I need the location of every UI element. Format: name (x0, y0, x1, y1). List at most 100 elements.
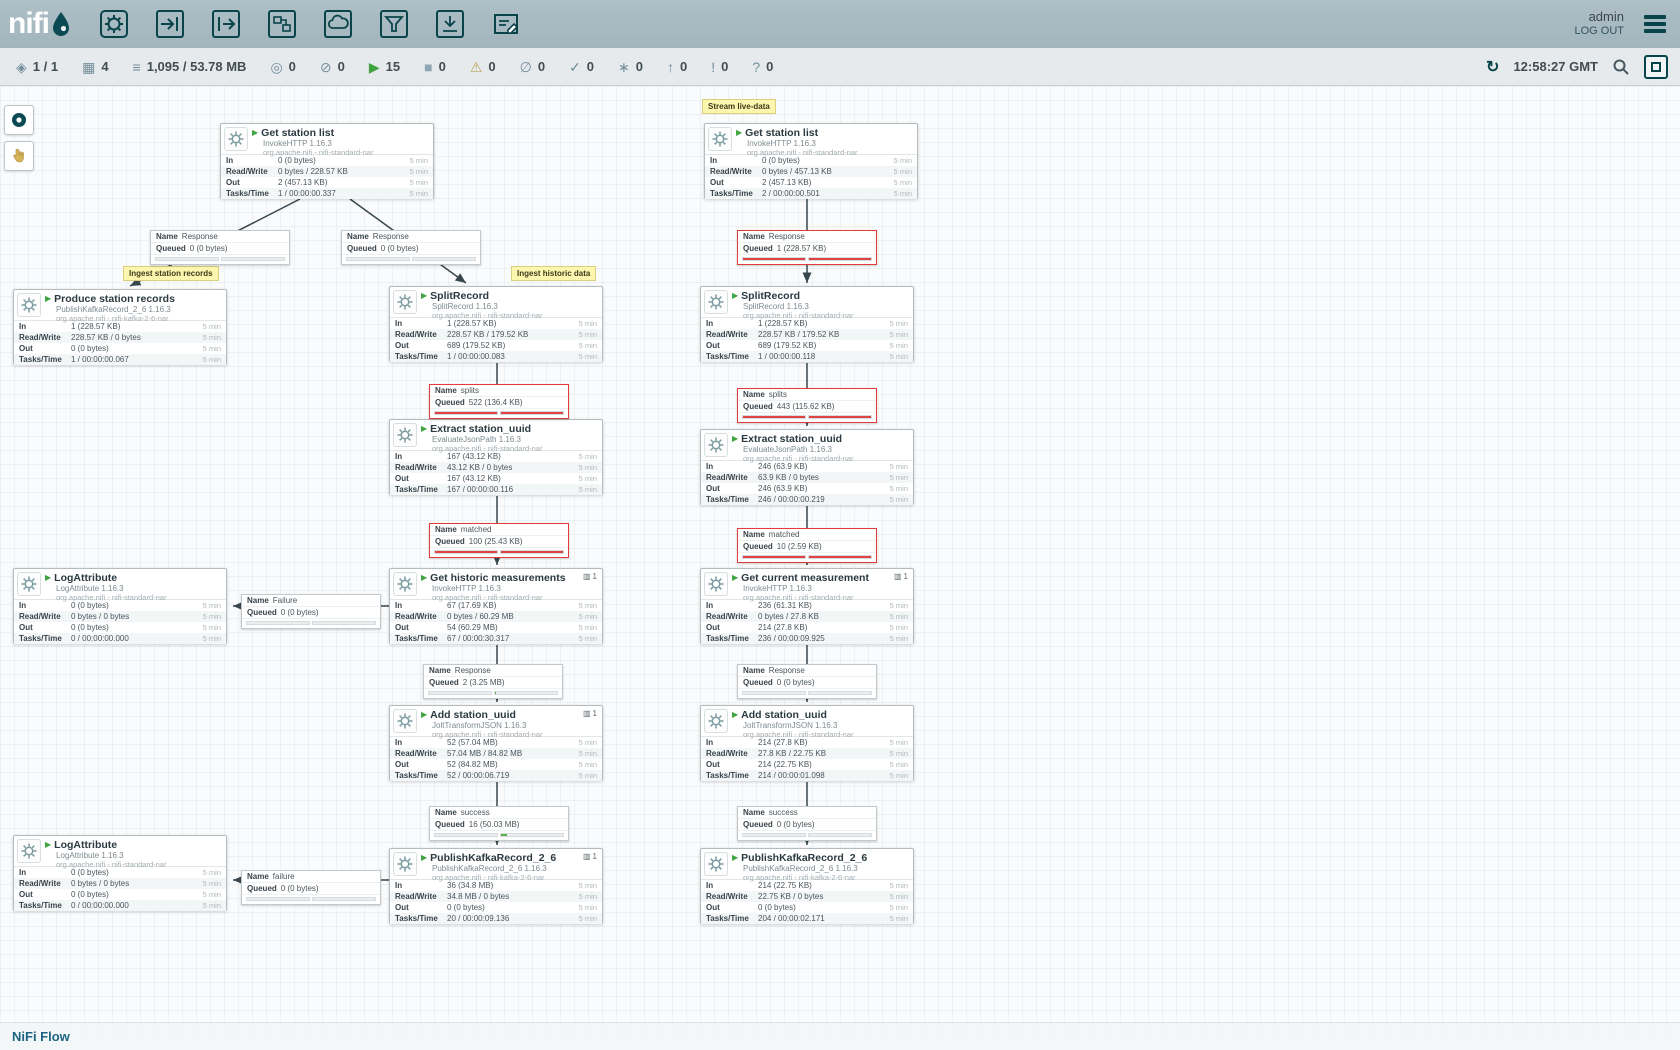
processor-header: ▶ Produce station records PublishKafkaRe… (14, 290, 226, 320)
processor[interactable]: ▥1 ▶ Add station_uuid JoltTransformJSON … (389, 705, 603, 781)
global-menu-button[interactable] (1640, 11, 1670, 37)
stat-window-label: 5 min (890, 738, 908, 747)
processor[interactable]: ▥ ▶ Get station list InvokeHTTP 1.16.3 o… (704, 123, 918, 199)
stat-row-value: 1 (228.57 KB) (71, 322, 203, 331)
stat-row-value: 43.12 KB / 0 bytes (447, 463, 579, 472)
flow-label[interactable]: Stream live-data (702, 99, 776, 114)
not-transmitting-icon: ⊘ (320, 60, 332, 74)
connection-label[interactable]: NameResponse Queued0 (0 bytes) (341, 230, 481, 265)
connection-label[interactable]: NameResponse Queued2 (3.25 MB) (423, 664, 563, 699)
logout-link[interactable]: LOG OUT (1574, 24, 1624, 39)
template-tool-icon[interactable] (433, 7, 467, 41)
birdseye-toggle-button[interactable] (4, 105, 34, 135)
flow-label[interactable]: Ingest station records (123, 266, 219, 281)
stat-row-value: 228.57 KB / 0 bytes (71, 333, 203, 342)
backpressure-object-bar (742, 415, 806, 419)
input-port-tool-icon[interactable] (153, 7, 187, 41)
processor[interactable]: ▥ ▶ SplitRecord SplitRecord 1.16.3 org.a… (389, 286, 603, 362)
stat-row-label: Read/Write (395, 330, 447, 339)
processor-type-icon (393, 709, 417, 733)
stat-window-label: 5 min (579, 612, 597, 621)
connection-queued-value: 1 (228.57 KB) (777, 244, 826, 253)
connection-label[interactable]: Namesplits Queued443 (115.62 KB) (737, 388, 877, 423)
connection-queued-value: 443 (115.62 KB) (777, 402, 835, 411)
stat-row-value: 1 / 00:00:00.118 (758, 352, 890, 361)
processor[interactable]: ▥1 ▶ Get historic measurements InvokeHTT… (389, 568, 603, 644)
connection-queued-value: 0 (0 bytes) (777, 820, 815, 829)
backpressure-object-bar (428, 691, 492, 695)
stat-window-label: 5 min (203, 612, 221, 621)
stat-row-value: 20 / 00:00:09.136 (447, 914, 579, 923)
connection-label[interactable]: Namesuccess Queued16 (50.03 MB) (429, 806, 569, 841)
stat-row-label: Read/Write (706, 612, 758, 621)
search-button[interactable] (1612, 58, 1630, 76)
hand-tool-button[interactable] (4, 141, 34, 171)
backpressure-object-bar (742, 555, 806, 559)
label-tool-icon[interactable] (489, 7, 523, 41)
output-port-tool-icon[interactable] (209, 7, 243, 41)
stat-row-label: Out (706, 623, 758, 632)
threads-badge-count: 1 (593, 709, 597, 718)
stat-row: Out689 (179.52 KB)5 min (701, 340, 913, 351)
connection-label[interactable]: NameResponse Queued0 (0 bytes) (737, 664, 877, 699)
processor-type-icon (224, 127, 248, 151)
processor[interactable]: ▥ ▶ Get station list InvokeHTTP 1.16.3 o… (220, 123, 434, 199)
processor[interactable]: ▥1 ▶ PublishKafkaRecord_2_6 PublishKafka… (389, 848, 603, 924)
run-status-icon: ▶ (421, 574, 427, 582)
connection-label[interactable]: Namematched Queued10 (2.59 KB) (737, 528, 877, 563)
connection-queued-value: 0 (0 bytes) (281, 608, 319, 617)
connection-label[interactable]: Namefailure Queued0 (0 bytes) (241, 870, 381, 905)
processor[interactable]: ▥1 ▶ Get current measurement InvokeHTTP … (700, 568, 914, 644)
stat-row: Read/Write43.12 KB / 0 bytes5 min (390, 462, 602, 473)
breadcrumb[interactable]: NiFi Flow (12, 1029, 70, 1044)
processor-name: Get station list (745, 127, 818, 139)
connection-name-key: Name (429, 666, 451, 675)
backpressure-object-bar (155, 257, 219, 261)
stat-row: Tasks/Time67 / 00:00:30.3175 min (390, 633, 602, 644)
process-group-tool-icon[interactable] (265, 7, 299, 41)
connection-label[interactable]: NameResponse Queued0 (0 bytes) (150, 230, 290, 265)
flow-label[interactable]: Ingest historic data (511, 266, 596, 281)
component-toolbar (97, 7, 523, 41)
stat-row-label: Read/Write (706, 473, 758, 482)
backpressure-object-bar (742, 691, 806, 695)
processor[interactable]: ▥ ▶ Add station_uuid JoltTransformJSON 1… (700, 705, 914, 781)
stat-row-label: Out (226, 178, 278, 187)
transmitting-stat: ◎0 (270, 59, 295, 74)
processor[interactable]: ▥ ▶ PublishKafkaRecord_2_6 PublishKafkaR… (700, 848, 914, 924)
processor-name: LogAttribute (54, 839, 117, 851)
remote-process-group-tool-icon[interactable] (321, 7, 355, 41)
processor[interactable]: ▥ ▶ SplitRecord SplitRecord 1.16.3 org.a… (700, 286, 914, 362)
backpressure-object-bar (246, 621, 310, 625)
processor[interactable]: ▥ ▶ Extract station_uuid EvaluateJsonPat… (389, 419, 603, 495)
processor[interactable]: ▥ ▶ LogAttribute LogAttribute 1.16.3 org… (13, 835, 227, 911)
processor[interactable]: ▥ ▶ Extract station_uuid EvaluateJsonPat… (700, 429, 914, 505)
connection-queued-value: 0 (0 bytes) (777, 678, 815, 687)
connection-label[interactable]: NameResponse Queued1 (228.57 KB) (737, 230, 877, 265)
stat-row-value: 0 bytes / 0 bytes (71, 879, 203, 888)
stat-row-label: Read/Write (19, 879, 71, 888)
connection-name-value: Response (455, 666, 491, 675)
processor-tool-icon[interactable] (97, 7, 131, 41)
connection-queued-key: Queued (247, 884, 277, 893)
refresh-icon[interactable]: ↻ (1486, 57, 1499, 77)
stat-row: Tasks/Time236 / 00:00:09.9255 min (701, 633, 913, 644)
processor-type: JoltTransformJSON 1.16.3 (432, 721, 542, 730)
processor[interactable]: ▥ ▶ LogAttribute LogAttribute 1.16.3 org… (13, 568, 227, 644)
connection-label[interactable]: Namesplits Queued522 (136.4 KB) (429, 384, 569, 419)
running-stat: ▶15 (369, 59, 400, 74)
stat-row-value: 167 / 00:00:00.116 (447, 485, 579, 494)
stat-value: 1 / 1 (33, 59, 58, 74)
processor[interactable]: ▥ ▶ Produce station records PublishKafka… (13, 289, 227, 365)
flow-settings-button[interactable] (1644, 55, 1668, 79)
stat-row-value: 0 (0 bytes) (762, 156, 894, 165)
backpressure-bars (738, 553, 876, 562)
connection-name-value: Failure (273, 596, 297, 605)
stat-row-label: Tasks/Time (706, 495, 758, 504)
funnel-tool-icon[interactable] (377, 7, 411, 41)
connection-label[interactable]: NameFailure Queued0 (0 bytes) (241, 594, 381, 629)
connection-label[interactable]: Namematched Queued100 (25.43 KB) (429, 523, 569, 558)
processor-type-icon (17, 839, 41, 863)
flow-canvas[interactable]: Ingest station records Ingest historic da… (0, 86, 1680, 1050)
connection-label[interactable]: Namesuccess Queued0 (0 bytes) (737, 806, 877, 841)
